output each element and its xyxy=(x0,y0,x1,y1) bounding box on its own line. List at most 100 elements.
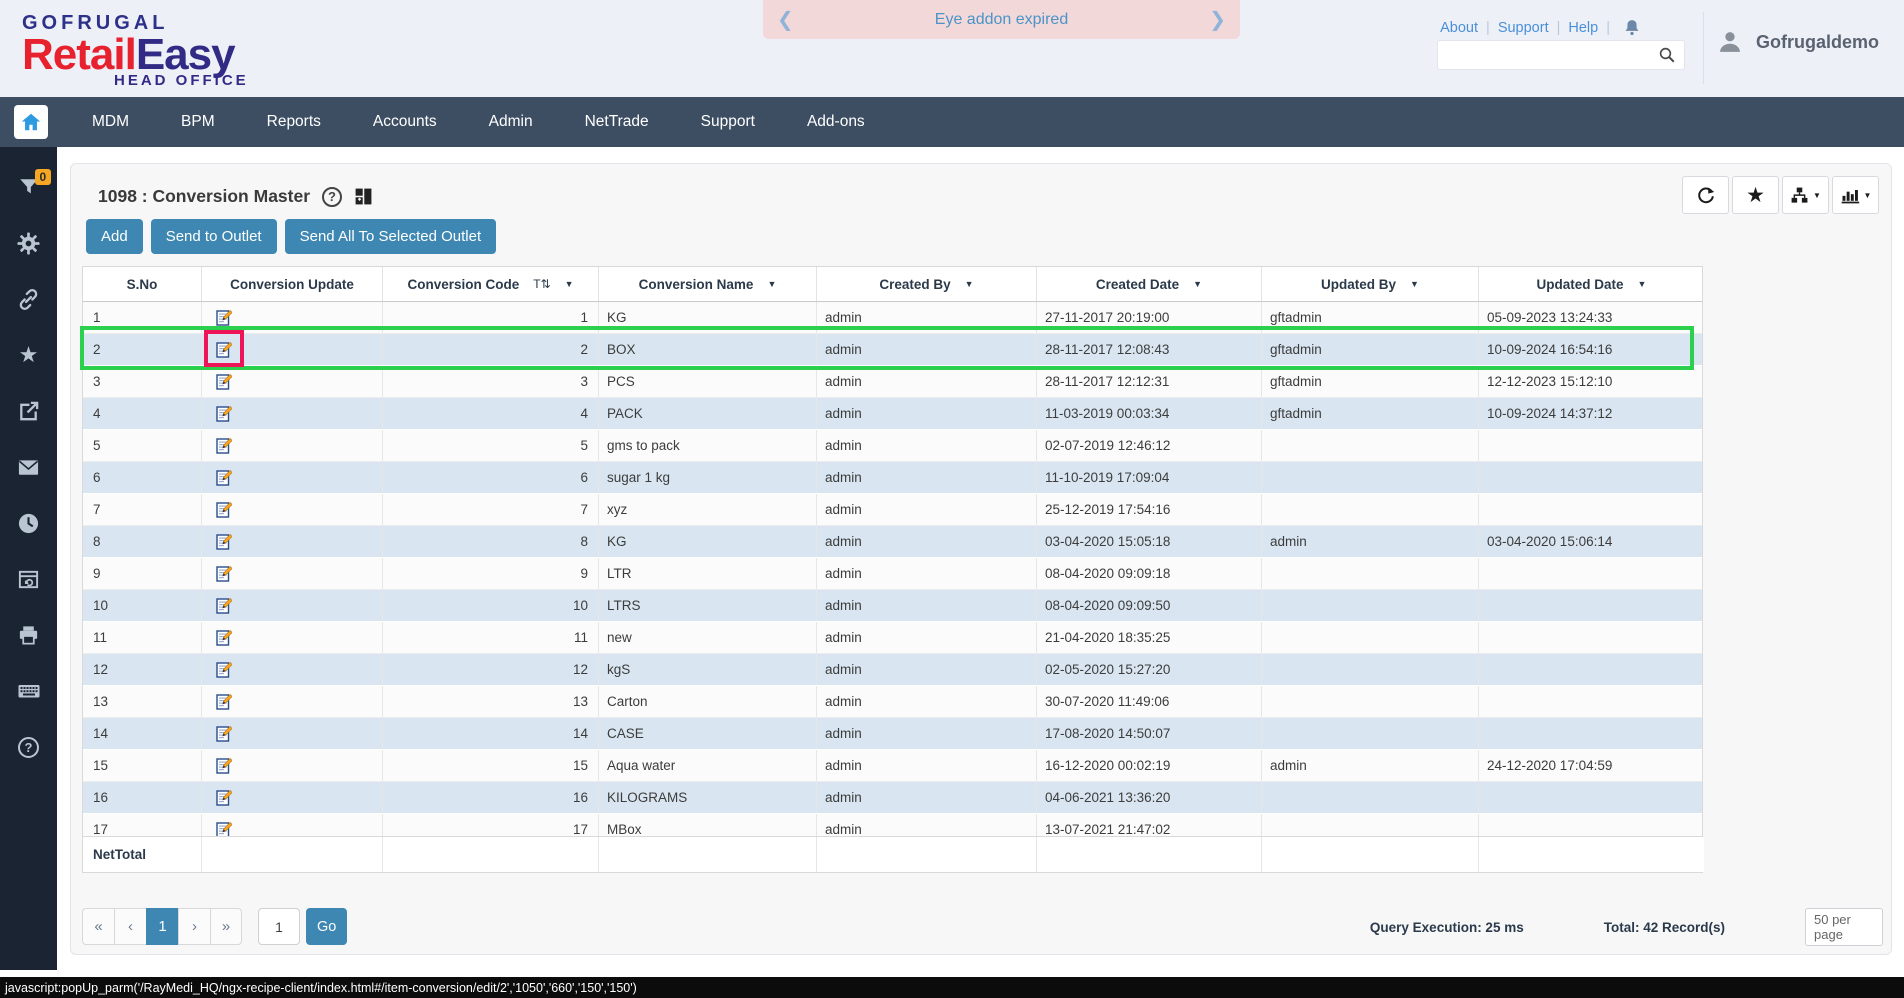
mail-icon[interactable] xyxy=(17,455,41,479)
table-header-row: S.NoConversion UpdateConversion CodeT⇅▼C… xyxy=(83,267,1702,302)
filter-caret-icon[interactable]: ▼ xyxy=(1638,279,1647,289)
go-button[interactable]: Go xyxy=(306,908,347,945)
edit-icon[interactable] xyxy=(216,341,232,358)
cell-name: xyz xyxy=(599,494,817,525)
settings-gear-icon[interactable] xyxy=(17,231,41,255)
logo-tagline: HEAD OFFICE xyxy=(114,73,249,88)
link-icon[interactable] xyxy=(17,287,41,311)
send-to-outlet-button[interactable]: Send to Outlet xyxy=(151,219,277,254)
hierarchy-view-button[interactable]: ▼ xyxy=(1782,176,1829,214)
per-page-select[interactable]: 50 per page xyxy=(1805,908,1883,946)
nav-item-support[interactable]: Support xyxy=(675,97,781,147)
filter-caret-icon[interactable]: ▼ xyxy=(767,279,776,289)
edit-icon[interactable] xyxy=(216,693,232,710)
filter-caret-icon[interactable]: ▼ xyxy=(965,279,974,289)
table-row: 10 10LTRSadmin08-04-2020 09:09:50 xyxy=(83,590,1702,622)
favorite-button[interactable]: ★ xyxy=(1732,176,1779,214)
edit-icon[interactable] xyxy=(216,597,232,614)
header-link-about[interactable]: About xyxy=(1440,20,1478,36)
edit-icon[interactable] xyxy=(216,661,232,678)
notification-bell-icon[interactable] xyxy=(1622,18,1642,38)
column-header-created-by[interactable]: Created By▼ xyxy=(817,267,1037,301)
edit-icon[interactable] xyxy=(216,789,232,806)
edit-icon[interactable] xyxy=(216,405,232,422)
prev-page-button[interactable]: ‹ xyxy=(114,908,146,945)
nav-item-reports[interactable]: Reports xyxy=(241,97,347,147)
cell-created_date: 27-11-2017 20:19:00 xyxy=(1037,302,1262,333)
nav-item-mdm[interactable]: MDM xyxy=(66,97,155,147)
cell-updated_by: gftadmin xyxy=(1262,334,1479,365)
column-label: Conversion Name xyxy=(639,277,754,292)
edit-icon[interactable] xyxy=(216,629,232,646)
column-header-updated-date[interactable]: Updated Date▼ xyxy=(1479,267,1704,301)
header-link-help[interactable]: Help xyxy=(1568,20,1598,36)
refresh-button[interactable] xyxy=(1682,176,1729,214)
column-header-conversion-code[interactable]: Conversion CodeT⇅▼ xyxy=(383,267,599,301)
edit-icon[interactable] xyxy=(216,309,232,326)
cell-created_by: admin xyxy=(817,494,1037,525)
search-input[interactable] xyxy=(1438,41,1658,69)
search-icon[interactable] xyxy=(1658,46,1676,64)
clock-icon[interactable] xyxy=(17,511,41,535)
chart-view-button[interactable]: ▼ xyxy=(1832,176,1879,214)
cell-code: 7 xyxy=(383,494,599,525)
first-page-button[interactable]: « xyxy=(82,908,114,945)
nav-item-admin[interactable]: Admin xyxy=(463,97,559,147)
nav-item-add-ons[interactable]: Add-ons xyxy=(781,97,891,147)
help-circle-icon[interactable]: ? xyxy=(322,187,342,207)
cell-code: 2 xyxy=(383,334,599,365)
goto-page-input[interactable] xyxy=(258,908,300,945)
printer-icon[interactable] xyxy=(17,623,41,647)
layout-grid-icon[interactable] xyxy=(354,187,373,206)
separator: | xyxy=(1606,20,1610,36)
header-link-support[interactable]: Support xyxy=(1498,20,1549,36)
send-all-to-selected-outlet-button[interactable]: Send All To Selected Outlet xyxy=(285,219,497,254)
edit-icon[interactable] xyxy=(216,533,232,550)
column-header-created-date[interactable]: Created Date▼ xyxy=(1037,267,1262,301)
banner-chevron-left-icon[interactable]: ❮ xyxy=(777,7,794,32)
share-export-icon[interactable] xyxy=(17,399,41,423)
conversion-update-cell xyxy=(202,590,383,621)
nav-item-accounts[interactable]: Accounts xyxy=(347,97,463,147)
table-row: 11 11newadmin21-04-2020 18:35:25 xyxy=(83,622,1702,654)
edit-icon[interactable] xyxy=(216,469,232,486)
edit-icon[interactable] xyxy=(216,501,232,518)
table-row: 17 17MBoxadmin13-07-2021 21:47:02 xyxy=(83,814,1702,836)
page-1-button[interactable]: 1 xyxy=(146,908,178,945)
star-icon[interactable]: ★ xyxy=(17,343,41,367)
edit-icon[interactable] xyxy=(216,757,232,774)
edit-icon[interactable] xyxy=(216,373,232,390)
edit-icon[interactable] xyxy=(216,437,232,454)
nav-item-bpm[interactable]: BPM xyxy=(155,97,241,147)
column-header-updated-by[interactable]: Updated By▼ xyxy=(1262,267,1479,301)
cell-name: gms to pack xyxy=(599,430,817,461)
help-question-icon[interactable]: ? xyxy=(17,735,41,759)
nav-item-nettrade[interactable]: NetTrade xyxy=(559,97,675,147)
cell-updated_by xyxy=(1262,782,1479,813)
add-button[interactable]: Add xyxy=(86,219,143,254)
cell-updated_date: 12-12-2023 15:12:10 xyxy=(1479,366,1702,397)
cell-code: 14 xyxy=(383,718,599,749)
nav-items: MDMBPMReportsAccountsAdminNetTradeSuppor… xyxy=(66,97,891,147)
user-menu[interactable]: Gofrugaldemo xyxy=(1716,28,1879,56)
column-header-conversion-name[interactable]: Conversion Name ▼ xyxy=(599,267,817,301)
edit-icon[interactable] xyxy=(216,725,232,742)
banner-chevron-right-icon[interactable]: ❯ xyxy=(1209,7,1226,32)
sort-icon[interactable]: T⇅ xyxy=(533,277,550,291)
window-popup-icon[interactable] xyxy=(17,567,41,591)
column-header-conversion-update[interactable]: Conversion Update xyxy=(202,267,383,301)
home-button[interactable] xyxy=(14,105,48,139)
column-header-s-no[interactable]: S.No xyxy=(83,267,202,301)
filter-icon[interactable]: 0 xyxy=(17,175,41,199)
edit-icon[interactable] xyxy=(216,565,232,582)
edit-icon[interactable] xyxy=(216,821,232,836)
keyboard-icon[interactable] xyxy=(17,679,41,703)
last-page-button[interactable]: » xyxy=(210,908,242,945)
filter-caret-icon[interactable]: ▼ xyxy=(565,279,574,289)
filter-caret-icon[interactable]: ▼ xyxy=(1410,279,1419,289)
conversion-update-cell xyxy=(202,526,383,557)
cell-created_date: 13-07-2021 21:47:02 xyxy=(1037,814,1262,836)
next-page-button[interactable]: › xyxy=(178,908,210,945)
cell-updated_date xyxy=(1479,430,1702,461)
filter-caret-icon[interactable]: ▼ xyxy=(1193,279,1202,289)
